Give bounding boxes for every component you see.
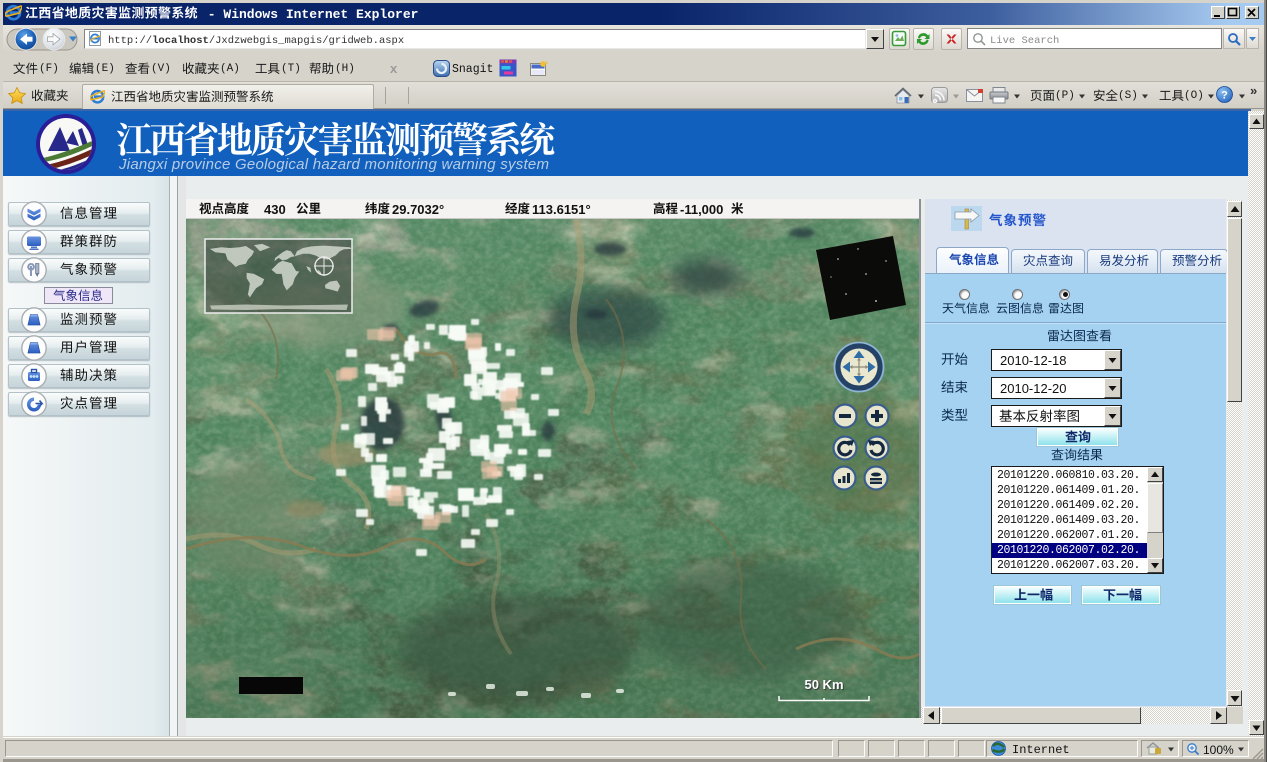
svg-text:50 Km: 50 Km <box>804 677 843 692</box>
svg-text:?: ? <box>1221 90 1228 102</box>
